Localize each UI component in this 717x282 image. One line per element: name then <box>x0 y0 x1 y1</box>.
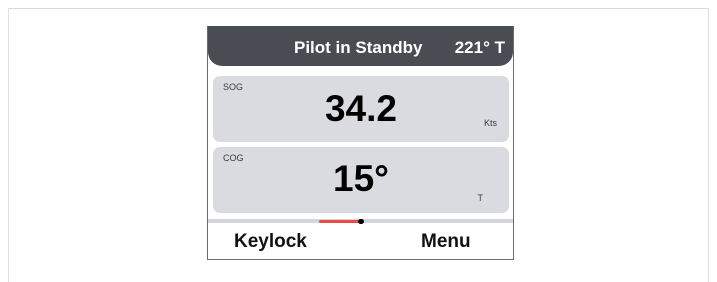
sog-unit: Kts <box>483 118 497 128</box>
frame-right-border <box>708 8 709 282</box>
heading-readout: 221° T <box>454 38 505 57</box>
frame-top-border <box>8 8 709 9</box>
page-indicator-active <box>319 220 363 223</box>
sog-data-tile[interactable]: SOG 34.2 Kts <box>213 76 509 142</box>
menu-softkey[interactable]: Menu <box>421 231 471 253</box>
display-screen: Pilot in Standby 221° T SOG 34.2 Kts COG… <box>207 26 514 260</box>
status-header: Pilot in Standby 221° T <box>208 26 513 66</box>
pilot-status-title: Pilot in Standby <box>294 38 423 57</box>
keylock-softkey[interactable]: Keylock <box>234 231 307 253</box>
cog-value: 15° <box>333 158 389 199</box>
frame-left-border <box>8 8 9 282</box>
sog-value: 34.2 <box>324 88 397 129</box>
page-indicator-dot <box>358 219 364 224</box>
cog-unit: T <box>477 193 484 203</box>
cog-data-tile[interactable]: COG 15° T <box>213 147 509 213</box>
